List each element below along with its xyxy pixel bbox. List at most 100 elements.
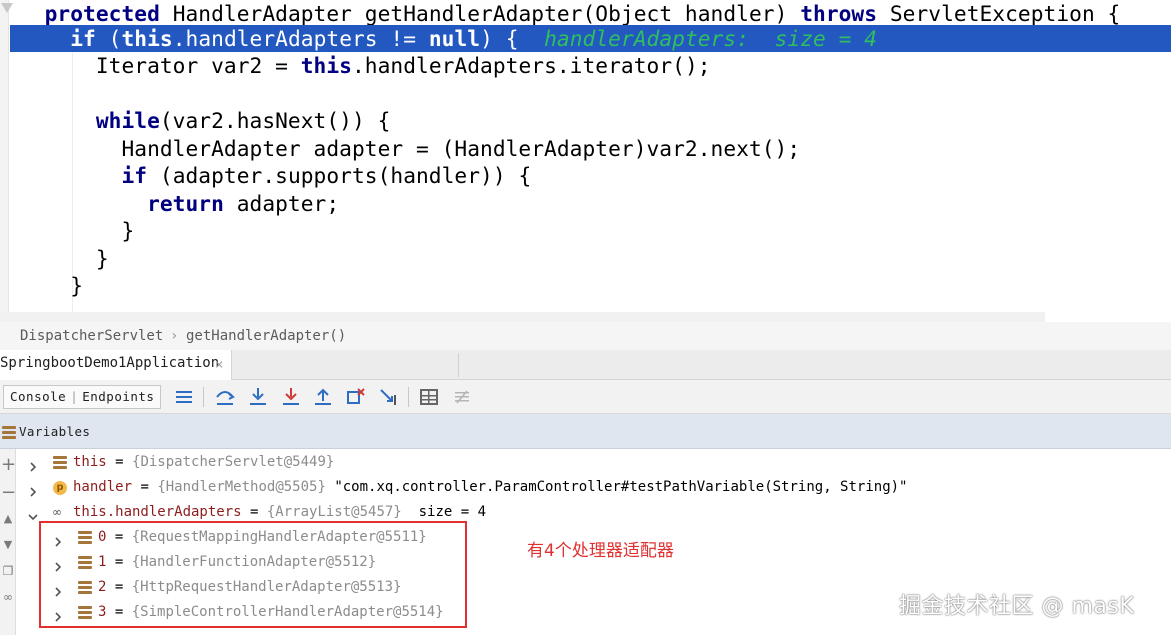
watch-icon: ∞ [52, 505, 62, 519]
code-editor[interactable]: protected HandlerAdapter getHandlerAdapt… [0, 0, 1171, 322]
code-line[interactable]: Iterator var2 = this.handlerAdapters.ite… [19, 52, 711, 79]
code-token: Iterator var2 = [95, 53, 301, 78]
code-token: HandlerAdapter getHandlerAdapter(Object … [159, 1, 801, 26]
equals-sign: = [132, 479, 158, 495]
code-keyword: if [121, 163, 148, 188]
code-line[interactable]: while(var2.hasNext()) { [19, 107, 390, 134]
code-keyword: while [95, 108, 160, 133]
execution-point-line[interactable]: if (this.handlerAdapters != null) { hand… [10, 25, 1171, 52]
trace-icon[interactable] [451, 386, 473, 408]
code-token: ( [95, 26, 122, 51]
breadcrumb: DispatcherServlet › getHandlerAdapter() [0, 322, 1171, 350]
variable-name: handler [73, 479, 133, 495]
console-endpoints-tabs: Console | Endpoints [3, 385, 162, 409]
tab-run-configuration[interactable]: SpringbootDemo1Application × [0, 350, 232, 380]
code-keyword: protected [44, 1, 160, 26]
breadcrumb-separator: › [170, 328, 179, 344]
code-token: HandlerAdapter adapter = (HandlerAdapter… [121, 136, 801, 161]
code-token: .handlerAdapters != [172, 26, 429, 51]
code-token: (var2.hasNext()) { [159, 108, 391, 133]
step-into-icon[interactable] [247, 386, 269, 408]
code-line[interactable]: HandlerAdapter adapter = (HandlerAdapter… [19, 135, 800, 162]
variable-text: handler = {HandlerMethod@5505} "com.xq.c… [73, 475, 907, 500]
run-tab-label: SpringbootDemo1Application [0, 355, 220, 371]
evaluate-expression-icon[interactable] [418, 386, 440, 408]
annotation-note: 有4个处理器适配器 [527, 541, 674, 561]
field-icon [53, 456, 67, 469]
code-token: } [95, 246, 109, 271]
variable-value: {DispatcherServlet@5449} [132, 454, 335, 470]
code-token: } [121, 218, 135, 243]
debug-toolbar: Console | Endpoints [0, 380, 1171, 414]
toolbar-divider [408, 387, 409, 407]
tab-separator: | [70, 389, 79, 404]
variable-text: this = {DispatcherServlet@5449} [73, 450, 334, 475]
threads-icon[interactable] [173, 386, 195, 408]
run-to-cursor-icon[interactable] [378, 386, 400, 408]
code-line[interactable]: return adapter; [19, 190, 339, 217]
chevron-down-icon[interactable] [27, 507, 39, 521]
inline-value-hint: handlerAdapters: size = 4 [544, 26, 878, 51]
code-keyword: null [428, 26, 481, 51]
code-keyword: this [300, 53, 352, 78]
drop-frame-icon[interactable] [345, 386, 367, 408]
equals-sign: = [106, 454, 133, 470]
code-line[interactable]: } [19, 272, 83, 299]
tab-endpoints[interactable]: Endpoints [82, 389, 154, 404]
code-token: (adapter.supports(handler)) { [147, 163, 532, 188]
code-keyword: return [147, 191, 224, 216]
code-line[interactable]: protected HandlerAdapter getHandlerAdapt… [19, 0, 1121, 27]
debug-tab-strip: SpringbootDemo1Application × [0, 350, 1171, 380]
variables-panel-header: Variables [0, 414, 1171, 449]
code-line[interactable]: if (adapter.supports(handler)) { [19, 162, 531, 189]
code-line[interactable]: } [19, 217, 134, 244]
parameter-icon: p [53, 481, 67, 495]
chevron-right-icon[interactable] [27, 457, 39, 472]
equals-sign: = [241, 504, 267, 520]
variable-name: this.handlerAdapters [73, 504, 242, 520]
highlight-box [39, 521, 467, 628]
variable-extra: size = 4 [410, 504, 487, 520]
force-step-into-icon[interactable] [280, 386, 302, 408]
fold-marker-icon[interactable] [1, 3, 13, 13]
code-token: } [70, 273, 84, 298]
variables-title: Variables [19, 424, 91, 439]
code-token: ) { [480, 26, 545, 51]
code-keyword: throws [800, 1, 878, 26]
variables-icon [2, 426, 16, 439]
variable-row[interactable]: p handler = {HandlerMethod@5505} "com.xq.… [0, 475, 1171, 500]
chevron-right-icon[interactable] [27, 482, 39, 497]
variable-name: this [73, 454, 107, 470]
variable-value: {ArrayList@5457} [266, 504, 402, 520]
variable-value: {HandlerMethod@5505} [157, 479, 326, 495]
toolbar-divider [203, 387, 204, 407]
divider [458, 353, 459, 377]
step-out-icon[interactable] [312, 386, 334, 408]
code-keyword: if [70, 26, 96, 51]
variable-row[interactable]: this = {DispatcherServlet@5449} [0, 450, 1171, 475]
variable-extra: "com.xq.controller.ParamController#testP… [334, 479, 908, 495]
tab-console[interactable]: Console [10, 389, 66, 404]
code-token: .handlerAdapters.iterator(); [351, 53, 711, 78]
step-over-icon[interactable] [214, 386, 236, 408]
editor-gutter[interactable] [0, 0, 13, 322]
code-keyword: this [121, 26, 173, 51]
breadcrumb-class[interactable]: DispatcherServlet [20, 322, 163, 350]
close-icon[interactable]: × [215, 357, 223, 373]
code-token: ServletException { [877, 1, 1121, 26]
breadcrumb-method[interactable]: getHandlerAdapter() [186, 322, 346, 350]
editor-horizontal-scrollbar[interactable] [0, 312, 1045, 322]
code-token: adapter; [223, 191, 340, 216]
code-line[interactable]: } [19, 245, 109, 272]
